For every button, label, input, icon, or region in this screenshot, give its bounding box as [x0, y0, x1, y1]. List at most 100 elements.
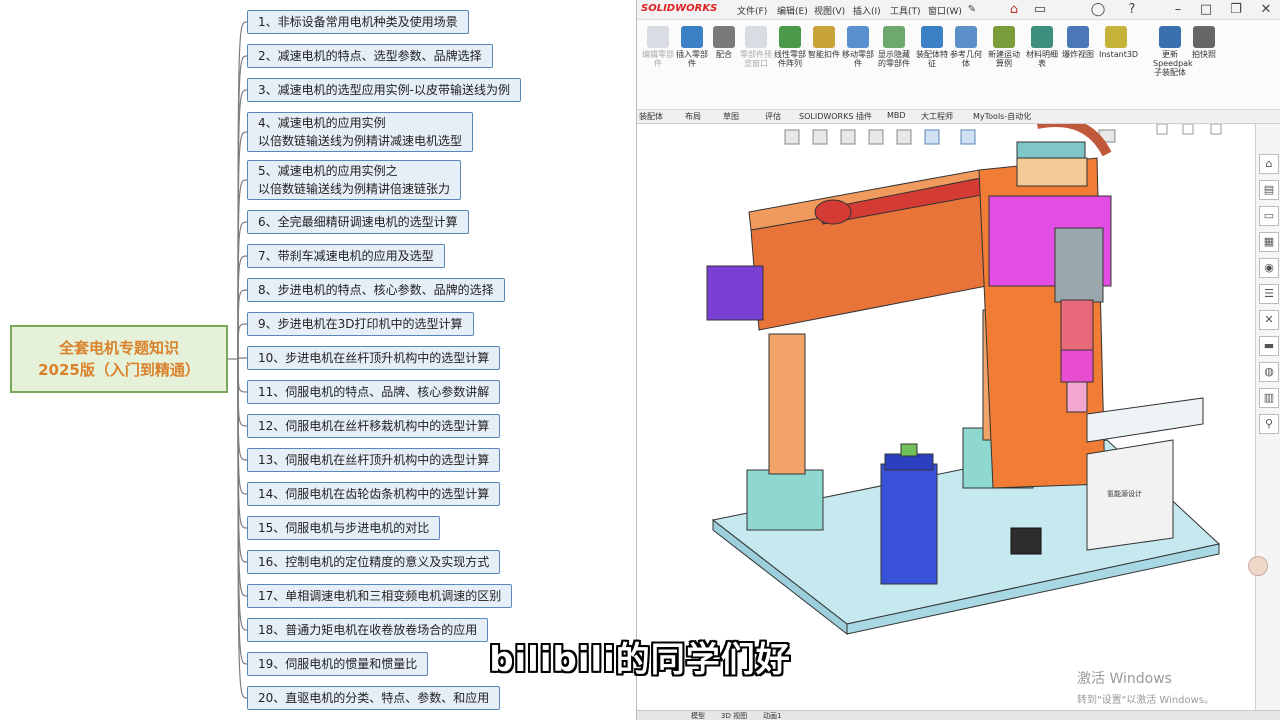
- instant3d-icon: [1105, 26, 1127, 48]
- section-view-icon[interactable]: [868, 129, 884, 145]
- command-tab-2[interactable]: 布局: [685, 111, 701, 122]
- view-palette-icon[interactable]: ▦: [1259, 232, 1279, 252]
- ribbon-button-label: 装配体特征: [916, 50, 948, 68]
- library-icon[interactable]: ▬: [1259, 336, 1279, 356]
- show-hidden-icon: [883, 26, 905, 48]
- close-icon[interactable]: ✕: [1257, 0, 1275, 20]
- graphics-viewport[interactable]: 氢能源设计: [637, 117, 1255, 710]
- topic-8-line-1: 8、步进电机的特点、核心参数、品牌的选择: [258, 283, 494, 297]
- mindmap-topic-10[interactable]: 10、步进电机在丝杆顶升机构中的选型计算: [247, 346, 501, 370]
- mindmap-topic-5[interactable]: 5、减速电机的应用实例之 以倍数链输送线为例精讲倍速链张力: [247, 160, 462, 200]
- tools-icon[interactable]: ✕: [1259, 310, 1279, 330]
- mindmap-topic-7[interactable]: 7、带刹车减速电机的应用及选型: [247, 244, 445, 268]
- custom-properties-icon[interactable]: ☰: [1259, 284, 1279, 304]
- zoom-area-icon[interactable]: [812, 129, 828, 145]
- ribbon-button-component-preview[interactable]: 零部件预览窗口: [739, 26, 773, 68]
- ribbon-button-bom[interactable]: 材料明细表: [1025, 26, 1059, 68]
- mindmap-topic-13[interactable]: 13、伺服电机在丝杆顶升机构中的选型计算: [247, 448, 501, 472]
- mindmap-topic-8[interactable]: 8、步进电机的特点、核心参数、品牌的选择: [247, 278, 505, 302]
- command-tab-8[interactable]: MyTools-自动化: [973, 111, 1031, 122]
- command-tab-1[interactable]: 装配体: [639, 111, 663, 122]
- home-icon[interactable]: ⌂: [1259, 154, 1279, 174]
- mindmap-topic-3[interactable]: 3、减速电机的选型应用实例-以皮带输送线为例: [247, 78, 521, 102]
- command-tab-5[interactable]: SOLIDWORKS 插件: [799, 111, 872, 122]
- component-preview-icon: [745, 26, 767, 48]
- ribbon-button-label: 零部件预览窗口: [740, 50, 772, 68]
- command-tab-4[interactable]: 评估: [765, 111, 781, 122]
- ribbon-button-linear-pattern[interactable]: 线性零部件阵列: [773, 26, 807, 68]
- new-document-icon[interactable]: ▭: [1032, 0, 1048, 20]
- ribbon-button-assembly-feature[interactable]: 装配体特征: [915, 26, 949, 68]
- topic-connector-3: [237, 89, 248, 360]
- mindmap-topic-12[interactable]: 12、伺服电机在丝杆移栽机构中的选型计算: [247, 414, 501, 438]
- ribbon-button-mate[interactable]: 配合: [707, 26, 741, 59]
- forum-icon[interactable]: ◍: [1259, 362, 1279, 382]
- command-tab-7[interactable]: 大工程师: [921, 111, 953, 122]
- mindmap-topic-17[interactable]: 17、单相调速电机和三相变频电机调速的区别: [247, 584, 513, 608]
- menu-window[interactable]: 窗口(W): [928, 4, 962, 17]
- folder-icon[interactable]: ▭: [1259, 206, 1279, 226]
- table-icon[interactable]: ▥: [1259, 388, 1279, 408]
- ribbon-button-label: 显示隐藏的零部件: [878, 50, 910, 68]
- menu-insert[interactable]: 插入(I): [853, 4, 881, 17]
- viewport-tile-icon[interactable]: [1182, 123, 1194, 135]
- ribbon-button-snapshot[interactable]: 拍快照: [1187, 26, 1221, 59]
- menu-view[interactable]: 视图(V): [814, 4, 845, 17]
- mindmap-topic-4[interactable]: 4、减速电机的应用实例 以倍数链输送线为例精讲减速电机选型: [247, 112, 474, 152]
- parts-icon[interactable]: ▤: [1259, 180, 1279, 200]
- home-icon[interactable]: ⌂: [1003, 0, 1025, 20]
- mindmap-topic-20[interactable]: 20、直驱电机的分类、特点、参数、和应用: [247, 686, 501, 710]
- mindmap-topic-16[interactable]: 16、控制电机的定位精度的意义及实现方式: [247, 550, 501, 574]
- ribbon-button-move-component[interactable]: 移动零部件: [841, 26, 875, 68]
- move-component-icon: [847, 26, 869, 48]
- ribbon-button-edit-component[interactable]: 编辑零部件: [641, 26, 675, 68]
- mindmap-topic-15[interactable]: 15、伺服电机与步进电机的对比: [247, 516, 441, 540]
- ribbon-button-exploded-view[interactable]: 爆炸视图: [1061, 26, 1095, 59]
- ribbon-button-motion-study[interactable]: 新建运动算例: [987, 26, 1021, 68]
- viewport-max-icon[interactable]: [1210, 123, 1222, 135]
- command-tab-3[interactable]: 草图: [723, 111, 739, 122]
- mindmap-topic-6[interactable]: 6、全完最细精研调速电机的选型计算: [247, 210, 469, 234]
- mindmap-root-node[interactable]: 全套电机专题知识 2025版（入门到精通）: [10, 325, 228, 393]
- zoom-to-fit-icon[interactable]: [784, 129, 800, 145]
- minimize-icon[interactable]: –: [1169, 0, 1187, 20]
- display-style-icon[interactable]: [960, 129, 976, 145]
- ribbon-button-smart-fastener[interactable]: 智能扣件: [807, 26, 841, 59]
- topic-5-line-2: 以倍数链输送线为例精讲倍速链张力: [258, 182, 451, 196]
- ribbon-button-insert-component[interactable]: 插入零部件: [675, 26, 709, 68]
- maximize-icon[interactable]: □: [1197, 0, 1215, 20]
- mindmap-topic-9[interactable]: 9、步进电机在3D打印机中的选型计算: [247, 312, 474, 336]
- bottom-tab-3[interactable]: 动画1: [763, 711, 781, 720]
- menu-file[interactable]: 文件(F): [737, 4, 767, 17]
- topic-9-line-1: 9、步进电机在3D打印机中的选型计算: [258, 317, 463, 331]
- snapshot-icon: [1193, 26, 1215, 48]
- topic-14-line-1: 14、伺服电机在齿轮齿条机构中的选型计算: [258, 487, 490, 501]
- mindmap-topic-2[interactable]: 2、减速电机的特点、选型参数、品牌选择: [247, 44, 493, 68]
- appearance-icon[interactable]: ◉: [1259, 258, 1279, 278]
- menu-edit[interactable]: 编辑(E): [777, 4, 808, 17]
- bottom-tab-2[interactable]: 3D 视图: [721, 711, 747, 720]
- pin-icon[interactable]: ✎: [965, 0, 979, 20]
- command-tab-6[interactable]: MBD: [887, 111, 906, 120]
- menu-tools[interactable]: 工具(T): [890, 4, 921, 17]
- help-icon[interactable]: ?: [1123, 0, 1141, 20]
- mindmap-topic-1[interactable]: 1、非标设备常用电机种类及使用场景: [247, 10, 469, 34]
- ribbon-button-instant3d[interactable]: Instant3D: [1099, 26, 1138, 59]
- help-icon[interactable]: ⚲: [1259, 414, 1279, 434]
- topic-11-line-1: 11、伺服电机的特点、品牌、核心参数讲解: [258, 385, 490, 399]
- view-orientation-icon[interactable]: [924, 129, 940, 145]
- mindmap-topic-14[interactable]: 14、伺服电机在齿轮齿条机构中的选型计算: [247, 482, 501, 506]
- restore-icon[interactable]: ❐: [1227, 0, 1245, 20]
- ribbon-button-reference-geometry[interactable]: 参考几何体: [949, 26, 983, 68]
- ribbon-button-show-hidden[interactable]: 显示隐藏的零部件: [877, 26, 911, 68]
- ribbon-button-speedpak[interactable]: 更新Speedpak子装配体: [1153, 26, 1193, 77]
- dynamic-annotation-icon[interactable]: [896, 129, 912, 145]
- viewport-restore-icon[interactable]: [1156, 123, 1168, 135]
- reference-geometry-icon: [955, 26, 977, 48]
- mindmap-topic-11[interactable]: 11、伺服电机的特点、品牌、核心参数讲解: [247, 380, 501, 404]
- topic-connector-7: [237, 255, 248, 360]
- topic-connector-13: [237, 358, 248, 461]
- bottom-tab-1[interactable]: 模型: [691, 711, 705, 720]
- user-icon[interactable]: ◯: [1089, 0, 1107, 20]
- previous-view-icon[interactable]: [840, 129, 856, 145]
